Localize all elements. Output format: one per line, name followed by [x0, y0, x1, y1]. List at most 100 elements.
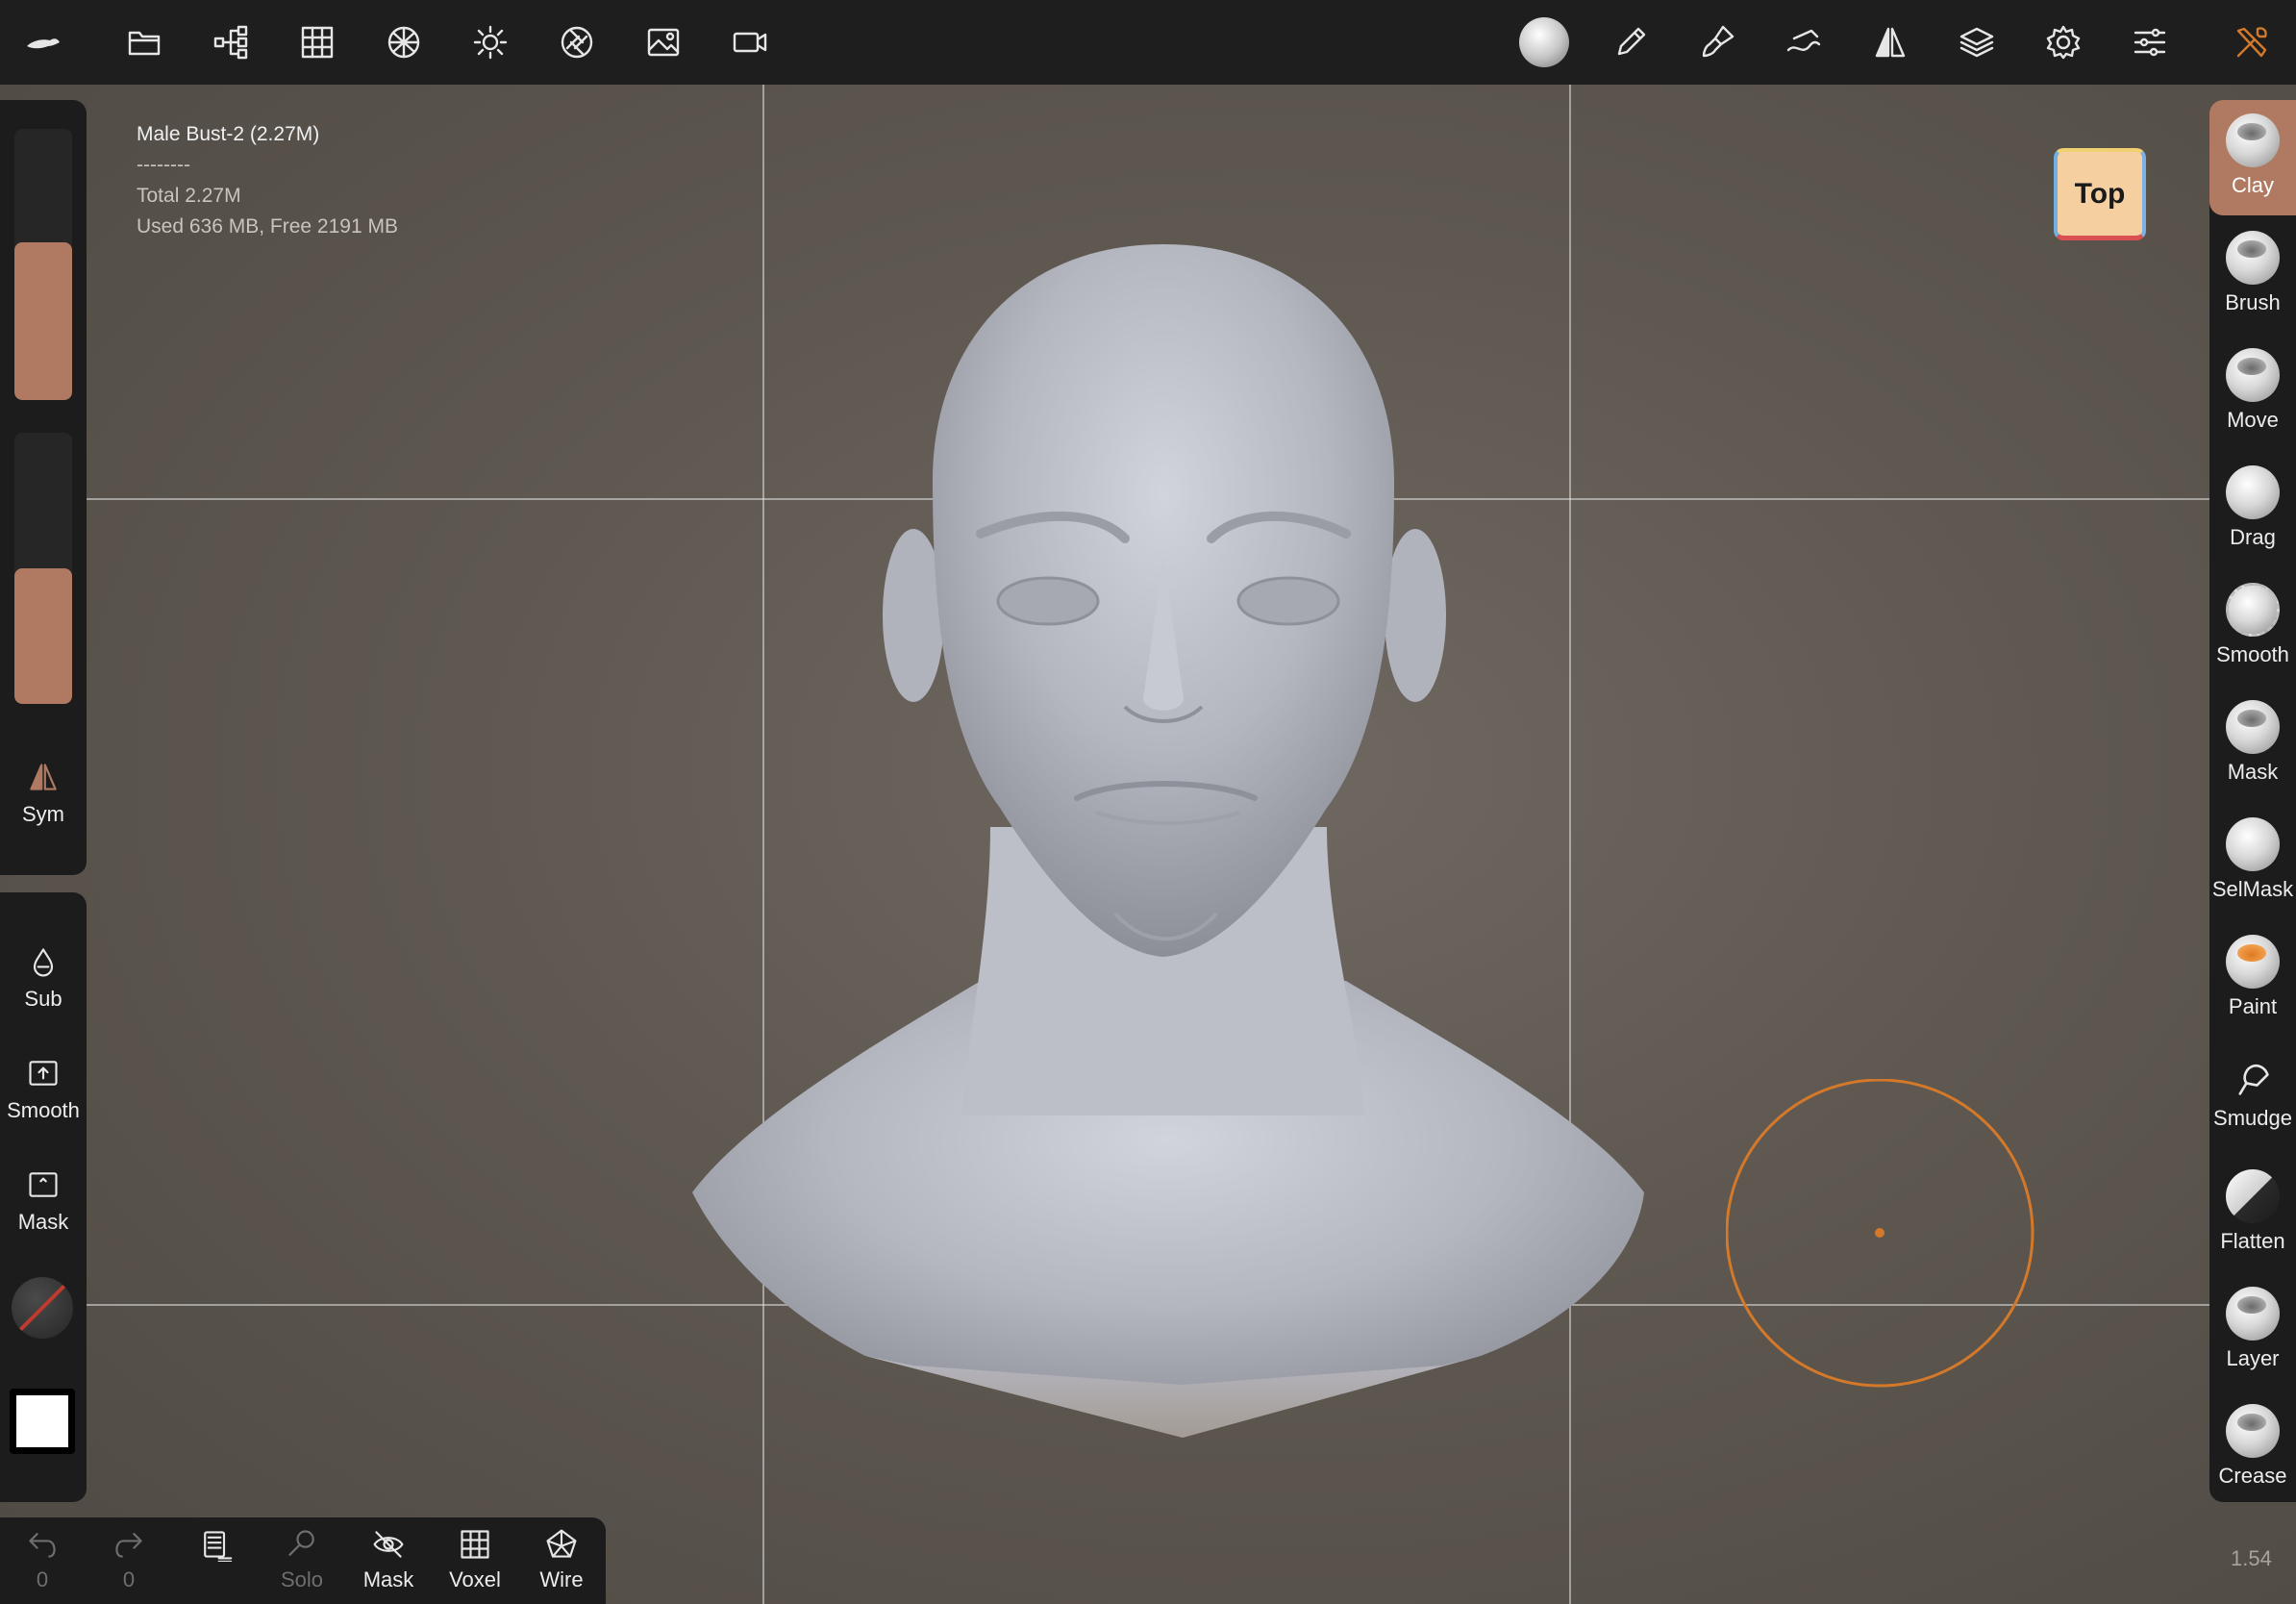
zoom-level: 1.54 — [2231, 1546, 2272, 1570]
pen-icon[interactable] — [1602, 13, 1660, 71]
brush-cursor — [1726, 1079, 2034, 1388]
stroke-icon[interactable] — [1775, 13, 1833, 71]
solo-button[interactable]: Solo — [263, 1527, 340, 1592]
brush-icon — [2226, 231, 2280, 285]
tool-crease[interactable]: Crease — [2209, 1391, 2296, 1506]
wireframe-button[interactable]: Wire — [523, 1527, 600, 1592]
symmetry-icon[interactable] — [1861, 13, 1919, 71]
search-icon — [288, 1530, 314, 1556]
bottom-toolbar: 0 0 Solo Mask Voxel Wire — [0, 1517, 606, 1604]
smooth-button[interactable]: Smooth — [0, 1056, 87, 1123]
smudge-icon — [2238, 1064, 2269, 1095]
tool-label: Move — [2227, 408, 2279, 432]
tool-smooth[interactable]: Smooth — [2209, 569, 2296, 685]
tool-label: Clay — [2231, 173, 2274, 197]
info-separator: -------- — [137, 154, 190, 176]
tool-paint[interactable]: Paint — [2209, 921, 2296, 1037]
tool-move[interactable]: Move — [2209, 335, 2296, 450]
tool-layer[interactable]: Layer — [2209, 1273, 2296, 1389]
eye-off-icon — [373, 1531, 404, 1558]
tool-panel: Clay Brush Move Drag Smooth Mask SelMask… — [2209, 100, 2296, 1502]
flatten-icon — [2226, 1169, 2280, 1223]
total-polycount: Total 2.27M — [137, 185, 241, 207]
layers-icon[interactable] — [1948, 13, 2006, 71]
redo-button[interactable]: 0 — [90, 1527, 167, 1592]
tool-label: Paint — [2228, 994, 2278, 1018]
sliders-icon[interactable] — [2121, 13, 2179, 71]
move-icon — [2226, 348, 2280, 402]
solo-label: Solo — [280, 1567, 324, 1591]
mask-label: Mask — [17, 1210, 69, 1234]
tool-label: Layer — [2226, 1346, 2280, 1370]
crease-icon — [2226, 1404, 2280, 1458]
memory-usage: Used 636 MB, Free 2191 MB — [137, 215, 398, 238]
clay-icon — [2226, 113, 2280, 167]
smooth-icon — [2226, 583, 2280, 637]
mask-visibility-button[interactable]: Mask — [350, 1527, 427, 1592]
camera-aperture-icon[interactable] — [548, 13, 606, 71]
voxel-label: Voxel — [449, 1567, 501, 1591]
radius-slider[interactable] — [14, 129, 72, 400]
undo-button[interactable]: 0 — [4, 1527, 81, 1592]
folder-icon[interactable] — [115, 13, 173, 71]
tool-drag[interactable]: Drag — [2209, 452, 2296, 567]
voxel-button[interactable]: Voxel — [437, 1527, 513, 1592]
viewport-canvas[interactable] — [0, 85, 2296, 1604]
sub-button[interactable]: Sub — [0, 944, 87, 1012]
wire-label: Wire — [539, 1567, 584, 1591]
tool-smudge[interactable]: Smudge — [2209, 1039, 2296, 1154]
sub-label: Sub — [24, 987, 62, 1011]
undo-count: 0 — [36, 1567, 49, 1591]
sym-label: Sym — [22, 802, 64, 826]
intensity-slider[interactable] — [14, 433, 72, 704]
redo-count: 0 — [122, 1567, 136, 1591]
tool-label: Brush — [2225, 290, 2281, 314]
history-icon — [204, 1531, 233, 1562]
material-none-swatch[interactable] — [12, 1277, 73, 1339]
paint-brush-icon[interactable] — [1688, 13, 1746, 71]
settings-icon[interactable] — [2034, 13, 2092, 71]
intensity-slider-fill — [14, 568, 72, 704]
undo-icon — [29, 1533, 56, 1558]
left-panel-sliders: Sym — [0, 100, 87, 875]
history-button[interactable] — [177, 1527, 254, 1567]
scene-tree-icon[interactable] — [202, 13, 260, 71]
tool-label: Drag — [2230, 525, 2276, 549]
tool-selmask[interactable]: SelMask — [2209, 804, 2296, 919]
logo-icon[interactable] — [13, 13, 71, 71]
tools-icon[interactable] — [2223, 13, 2281, 71]
left-panel-modifiers: Sub Smooth Mask — [0, 892, 87, 1502]
tool-flatten[interactable]: Flatten — [2209, 1156, 2296, 1271]
color-swatch[interactable] — [10, 1389, 75, 1454]
symmetry-toggle[interactable]: Sym — [0, 760, 87, 827]
layer-icon — [2226, 1287, 2280, 1341]
material-sphere-icon[interactable] — [1515, 13, 1573, 71]
tool-label: Crease — [2218, 1464, 2287, 1488]
view-cube[interactable]: Top — [2054, 148, 2146, 240]
mask-button[interactable]: Mask — [0, 1167, 87, 1235]
tool-mask[interactable]: Mask — [2209, 687, 2296, 802]
paint-icon — [2226, 935, 2280, 989]
light-icon[interactable] — [462, 13, 519, 71]
tool-clay[interactable]: Clay — [2209, 100, 2296, 215]
radius-slider-fill — [14, 242, 72, 400]
tool-label: Flatten — [2220, 1229, 2285, 1253]
scene-info: Male Bust-2 (2.27M) -------- Total 2.27M… — [137, 119, 398, 242]
tool-label: Mask — [2227, 760, 2279, 784]
background-image-icon[interactable] — [635, 13, 692, 71]
color-swatch-fill — [16, 1395, 68, 1447]
smooth-label: Smooth — [7, 1098, 80, 1122]
mask-label: Mask — [362, 1567, 414, 1591]
tool-brush[interactable]: Brush — [2209, 217, 2296, 333]
redo-icon — [115, 1533, 142, 1558]
strike-icon — [12, 1277, 73, 1339]
tool-label: Smooth — [2216, 642, 2289, 666]
mask-icon — [2226, 700, 2280, 754]
mesh-name: Male Bust-2 (2.27M) — [137, 123, 320, 145]
grid-icon[interactable] — [288, 13, 346, 71]
topology-icon[interactable] — [375, 13, 433, 71]
video-camera-icon[interactable] — [721, 13, 779, 71]
tool-label: SelMask — [2211, 877, 2294, 901]
drag-icon — [2226, 465, 2280, 519]
selmask-icon — [2226, 817, 2280, 871]
